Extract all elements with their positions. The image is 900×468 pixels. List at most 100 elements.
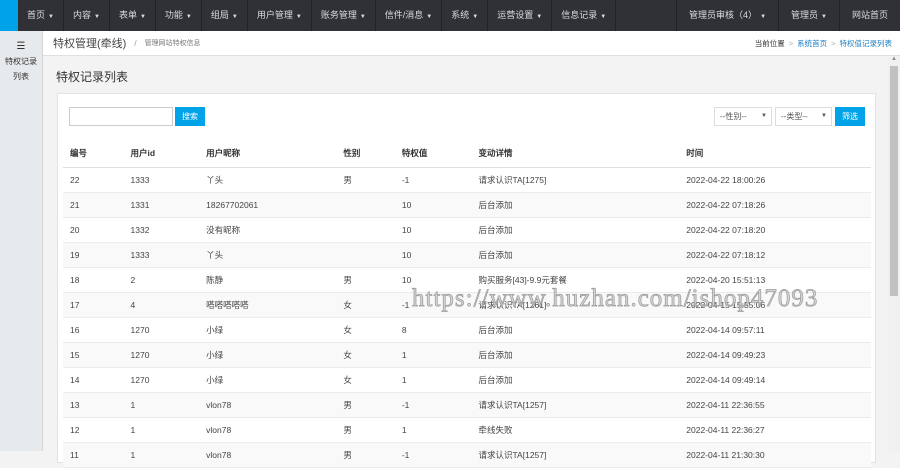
table-cell: 小绿 [199, 317, 337, 343]
table-cell [336, 242, 395, 268]
table-cell: vlon78 [199, 392, 337, 418]
table-cell: 丫头 [199, 167, 337, 193]
table-row: 13 1 vlon78 男 -1 请求认识TA[1257] 2022-04-11 22:36… [63, 392, 871, 418]
column-header: 时间 [679, 140, 871, 168]
sidebar: ☰ 特权记录列表 [0, 31, 43, 451]
caret-down-icon: ▼ [760, 14, 767, 20]
caret-down-icon: ▼ [231, 14, 238, 20]
table-cell: 19 [63, 242, 124, 268]
table-cell: 2022-04-14 09:57:11 [679, 317, 871, 343]
table-cell: 后台添加 [471, 367, 680, 393]
filter-button[interactable]: 筛选 [835, 107, 865, 126]
table-row: 22 1333 丫头男 -1 请求认识TA[1275] 2022-04-22 18:00:… [63, 167, 871, 193]
table-cell: 2022-04-14 09:49:14 [679, 367, 871, 393]
table-cell: 1331 [123, 192, 200, 218]
table-cell: 牵线失败 [471, 417, 680, 443]
nav-item[interactable]: 用户管理 ▼ [248, 0, 312, 31]
column-header: 用户昵称 [199, 140, 337, 168]
table-cell: 2022-04-20 15:51:13 [679, 267, 871, 293]
breadcrumb-home-link[interactable]: 系统首页 [797, 39, 827, 48]
nav-item[interactable]: 功能 ▼ [156, 0, 202, 31]
scrollbar[interactable]: ▲ [888, 56, 900, 451]
table-cell: 男 [336, 417, 395, 443]
table-cell: 8 [394, 317, 472, 343]
nav-item[interactable]: 账务管理 ▼ [312, 0, 376, 31]
breadcrumb: 特权管理(牵线) / 管理网站特权信息 当前位置 > 系统首页 > 特权值记录列表 [43, 31, 900, 56]
table-cell: 请求认识TA[1257] [471, 442, 680, 468]
nav-right-item[interactable]: 网站首页 [838, 0, 900, 31]
nav-item[interactable]: 信件/消息 ▼ [376, 0, 443, 31]
nav-item[interactable]: 信息记录 ▼ [552, 0, 617, 31]
table-cell [336, 217, 395, 243]
table-cell: 2022-04-22 07:18:26 [679, 192, 871, 218]
records-panel: 搜索 --性别-- ▼ --类型-- ▼ 筛选 编号 用户id 用户昵称 性别 特权值 变动详… [57, 93, 876, 468]
table-cell: -1 [394, 392, 472, 418]
table-cell: 小绿 [199, 367, 337, 393]
caret-down-icon: ▼ [821, 14, 827, 20]
table-cell: 后台添加 [471, 242, 680, 268]
table-cell: 男 [336, 442, 395, 468]
search-button[interactable]: 搜索 [175, 107, 205, 126]
table-cell: 丫头 [199, 242, 337, 268]
scrollbar-thumb[interactable] [890, 66, 898, 296]
table-cell: 女 [336, 367, 395, 393]
table-cell: vlon78 [199, 417, 337, 443]
top-nav: 首页 ▼ 内容 ▼ 表单 ▼ 功能 ▼ 组局 ▼ 用户管理 ▼ 账务管理 ▼ 信件/消息 ▼ 系统 ▼ 运营设置 ▼ 信… [0, 0, 900, 31]
table-cell: 1 [394, 342, 472, 368]
table-cell: 2022-04-11 22:36:55 [679, 392, 871, 418]
nav-item[interactable]: 系统 ▼ [442, 0, 489, 31]
table-row: 15 1270 小绿女 1 后台添加 2022-04-14 09:49:23 [63, 342, 871, 368]
table-cell: 1 [394, 417, 472, 443]
nav-item[interactable]: 首页 ▼ [18, 0, 64, 31]
table-cell: 18267702061 [199, 192, 337, 218]
caret-down-icon: ▼ [185, 14, 192, 20]
search-input[interactable] [69, 107, 173, 126]
nav-right-item[interactable]: 管理员 ▼ [778, 0, 839, 31]
table-cell: 4 [123, 292, 200, 318]
nav-right-item[interactable]: 管理员审核（4） ▼ [676, 0, 778, 31]
table-cell: 11 [63, 442, 124, 468]
column-header: 用户id [123, 140, 200, 168]
table-cell: vlon78 [199, 442, 337, 468]
table-cell [336, 192, 395, 218]
nav-item[interactable]: 表单 ▼ [110, 0, 156, 31]
table-cell: 2022-04-15 15:55:06 [679, 292, 871, 318]
section-subtitle: 管理网站特权信息 [144, 40, 201, 47]
table-row: 14 1270 小绿女 1 后台添加 2022-04-14 09:49:14 [63, 367, 871, 393]
table-cell: -1 [394, 167, 472, 193]
table-cell: 男 [336, 167, 395, 193]
table-cell: 10 [394, 242, 472, 268]
breadcrumb-current-link[interactable]: 特权值记录列表 [840, 39, 893, 48]
table-row: 11 1 vlon78 男 -1 请求认识TA[1257] 2022-04-11 21:30… [63, 442, 871, 468]
table-cell: 17 [63, 292, 124, 318]
section-title: 特权管理(牵线) [53, 38, 127, 50]
table-cell: 1270 [123, 317, 200, 343]
scroll-up-icon[interactable]: ▲ [891, 56, 897, 62]
table-cell: 12 [63, 417, 124, 443]
caret-down-icon: ▼ [295, 14, 302, 20]
table-cell: 后台添加 [471, 317, 680, 343]
current-location: 当前位置 > 系统首页 > 特权值记录列表 [754, 38, 893, 48]
table-cell: 2022-04-11 22:36:27 [679, 417, 871, 443]
list-icon: ☰ [16, 41, 26, 52]
table-row: 20 1332 没有昵称 10 后台添加 2022-04-22 07:18:20 [63, 217, 871, 243]
table-cell: 请求认识TA[1275] [471, 167, 680, 193]
caret-down-icon: ▼ [48, 14, 54, 20]
column-header: 变动详情 [471, 140, 680, 168]
caret-down-icon: ▼ [761, 113, 767, 119]
nav-item[interactable]: 内容 ▼ [64, 0, 110, 31]
type-select[interactable]: --类型-- ▼ [775, 107, 832, 126]
table-cell: 陈静 [199, 267, 337, 293]
table-cell: 2 [123, 267, 200, 293]
nav-item[interactable]: 组局 ▼ [202, 0, 248, 31]
table-row: 19 1333 丫头 10 后台添加 2022-04-22 07:18:12 [63, 242, 871, 268]
table-cell: 嗒嗒嗒嗒嗒 [199, 292, 337, 318]
table-cell: 请求认识TA[1257] [471, 392, 680, 418]
gender-select[interactable]: --性别-- ▼ [714, 107, 772, 126]
nav-item[interactable]: 运营设置 ▼ [488, 0, 553, 31]
table-cell: 1 [123, 392, 200, 418]
table-cell: 男 [336, 267, 395, 293]
sidebar-item-privilege-records[interactable]: 特权记录列表 [0, 54, 42, 84]
table-row: 18 2 陈静男 10 购买服务[43]-9.9元套餐 2022-04-20 15:51:… [63, 267, 871, 293]
table-row: 12 1 vlon78 男 1 牵线失败 2022-04-11 22:36:27 [63, 417, 871, 443]
